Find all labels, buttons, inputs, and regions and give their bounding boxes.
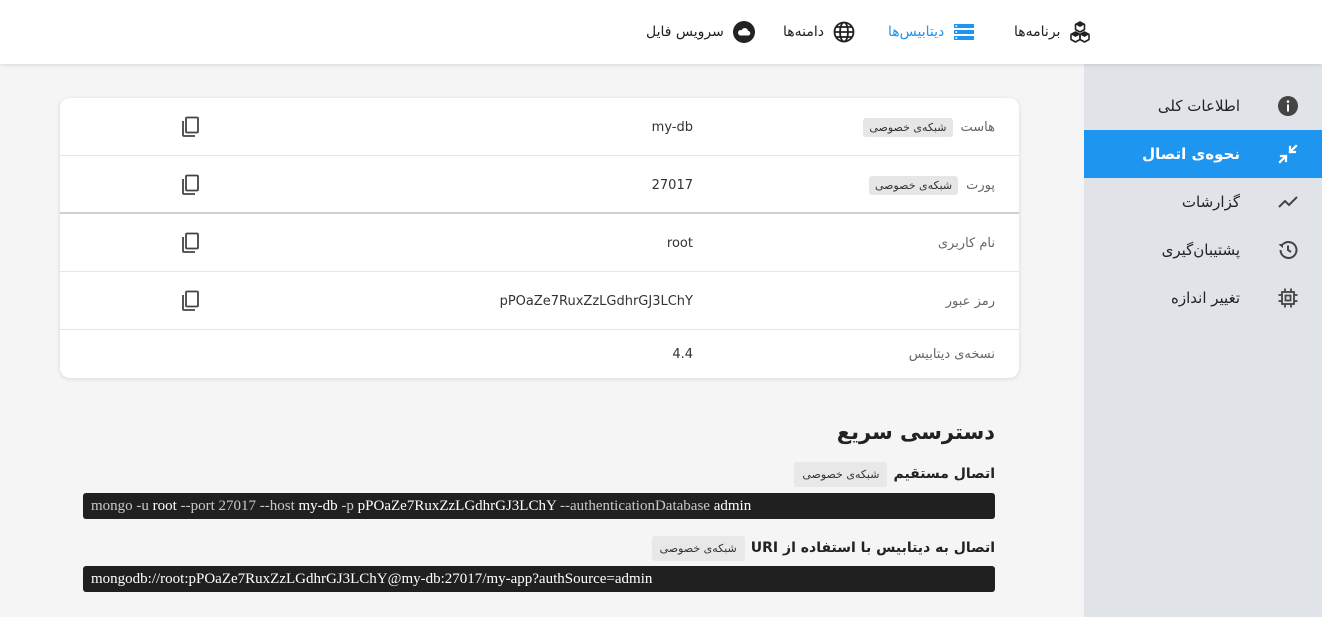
private-network-badge: شبکه‌ی خصوصی [868, 175, 959, 195]
database-list-icon [954, 24, 975, 40]
mongo-cli-command[interactable]: mongo -u root --port 27017 --host my-db … [83, 493, 995, 519]
copy-host-button[interactable] [178, 115, 202, 139]
username-label: نام کاربری [937, 235, 995, 251]
port-value: 27017 [651, 177, 693, 193]
sidebar-item-label: اطلاعات کلی [1157, 97, 1240, 115]
host-label: هاست [960, 119, 995, 135]
quick-access-title: دسترسی سریع [836, 420, 995, 444]
version-label: نسخه‌ی دیتابیس [908, 346, 995, 362]
sidebar-item-overview[interactable]: اطلاعات کلی [1084, 82, 1322, 130]
sidebar-item-connection[interactable]: نحوه‌ی اتصال [1084, 130, 1322, 178]
compress-arrows-icon [1278, 144, 1298, 164]
copy-icon [182, 116, 199, 137]
password-value: pPOaZe7RuxZzLGdhrGJ3LChY [499, 293, 693, 309]
sidebar-item-reports[interactable]: گزارشات [1084, 178, 1322, 226]
uri-connection-heading: اتصال به دیتابیس با استفاده از URI شبکه‌… [651, 534, 995, 562]
info-icon [1278, 96, 1298, 116]
sidebar-item-label: تغییر اندازه [1171, 289, 1240, 307]
direct-connection-label: اتصال مستقیم [893, 466, 995, 482]
sidebar-item-label: گزارشات [1181, 193, 1240, 211]
copy-icon [182, 174, 199, 195]
sidebar-item-label: پشتیبان‌گیری [1161, 241, 1240, 259]
version-row: نسخه‌ی دیتابیس 4.4 [60, 330, 1019, 378]
cubes-icon [1070, 21, 1091, 43]
copy-password-button[interactable] [178, 289, 202, 313]
nav-apps[interactable]: برنامه‌ها [1014, 20, 1092, 44]
sidebar-item-resize[interactable]: تغییر اندازه [1084, 274, 1322, 322]
sidebar: اطلاعات کلی نحوه‌ی اتصال گزارشات پشتیبان… [1084, 64, 1322, 617]
copy-icon [182, 290, 199, 311]
nav-file-service-label: سرویس فایل [646, 24, 724, 40]
cloud-icon [732, 21, 755, 43]
nav-databases[interactable]: دیتابیس‌ها [888, 20, 976, 44]
username-value: root [666, 235, 693, 251]
private-network-badge: شبکه‌ی خصوصی [651, 535, 745, 561]
nav-file-service[interactable]: سرویس فایل [646, 20, 756, 44]
port-row: پورت شبکه‌ی خصوصی 27017 [60, 156, 1019, 214]
password-row: رمز عبور pPOaZe7RuxZzLGdhrGJ3LChY [60, 272, 1019, 330]
nav-domains[interactable]: دامنه‌ها [783, 20, 856, 44]
sidebar-item-backup[interactable]: پشتیبان‌گیری [1084, 226, 1322, 274]
nav-databases-label: دیتابیس‌ها [888, 24, 945, 40]
username-row: نام کاربری root [60, 214, 1019, 272]
connection-info-card: هاست شبکه‌ی خصوصی my-db پورت شبکه‌ی خصوص… [60, 98, 1019, 378]
sidebar-item-label: نحوه‌ی اتصال [1142, 145, 1240, 163]
host-row: هاست شبکه‌ی خصوصی my-db [60, 98, 1019, 156]
chip-icon [1278, 288, 1298, 308]
copy-port-button[interactable] [178, 173, 202, 197]
mongodb-uri[interactable]: mongodb://root:pPOaZe7RuxZzLGdhrGJ3LChY@… [83, 566, 995, 592]
trend-line-icon [1278, 196, 1298, 208]
copy-icon [182, 232, 199, 253]
host-value: my-db [651, 119, 693, 135]
version-value: 4.4 [672, 346, 693, 362]
private-network-badge: شبکه‌ی خصوصی [863, 117, 953, 137]
uri-connection-label: اتصال به دیتابیس با استفاده از URI [750, 540, 995, 556]
globe-icon [833, 21, 855, 43]
port-label: پورت [966, 177, 995, 193]
history-icon [1278, 241, 1298, 259]
password-label: رمز عبور [945, 293, 995, 309]
copy-username-button[interactable] [178, 231, 202, 255]
nav-domains-label: دامنه‌ها [783, 24, 825, 40]
nav-apps-label: برنامه‌ها [1014, 24, 1061, 40]
direct-connection-heading: اتصال مستقیم شبکه‌ی خصوصی [794, 460, 995, 488]
top-navigation-bar: برنامه‌ها دیتابیس‌ها دامنه‌ها [0, 0, 1322, 64]
private-network-badge: شبکه‌ی خصوصی [794, 461, 888, 487]
